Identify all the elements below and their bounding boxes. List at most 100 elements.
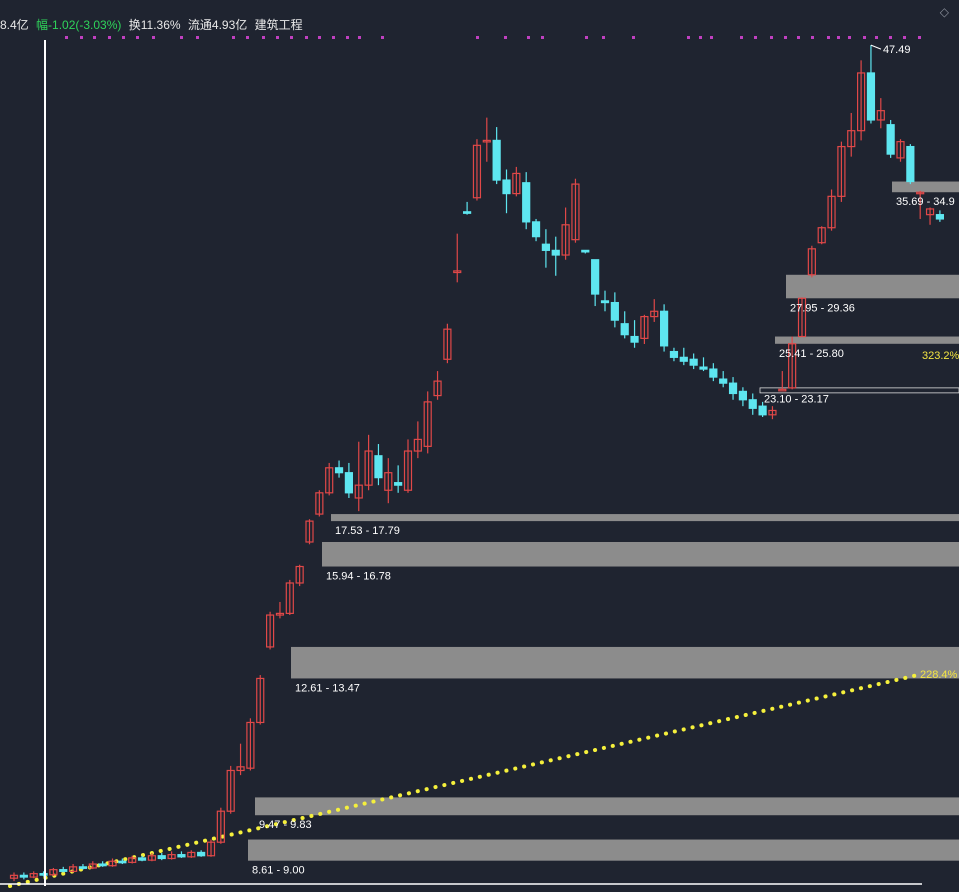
candle-body: [137, 857, 147, 861]
candlestick-chart[interactable]: 8.61 - 9.00 9.47 - 9.83 12.61 - 13.47 15.94…: [0, 0, 959, 892]
signal-marker: [754, 36, 757, 39]
candle-body: [541, 243, 551, 251]
signal-marker: [332, 36, 335, 39]
price-zone-8: [786, 274, 959, 299]
candle-body: [738, 390, 748, 401]
signal-marker: [305, 36, 308, 39]
signal-marker: [527, 36, 530, 39]
candle: [266, 611, 275, 650]
candle: [157, 852, 166, 861]
signal-marker: [740, 36, 743, 39]
signal-marker: [122, 36, 125, 39]
candle: [137, 855, 147, 862]
candle: [334, 460, 344, 478]
candle: [364, 434, 373, 491]
candle: [19, 872, 28, 880]
candle: [49, 867, 58, 876]
candle: [88, 861, 97, 870]
signal-marker: [476, 36, 479, 39]
signal-marker: [276, 36, 279, 39]
signal-marker: [770, 36, 773, 39]
signal-marker: [811, 36, 814, 39]
signal-marker: [136, 36, 139, 39]
candle-body: [374, 455, 383, 479]
candle: [571, 178, 580, 243]
signal-marker: [541, 36, 544, 39]
candle-body: [679, 356, 688, 362]
candle: [275, 601, 285, 619]
candle: [78, 864, 88, 870]
candle: [197, 850, 206, 857]
candle: [325, 462, 334, 496]
candle-body: [59, 869, 68, 872]
candle: [640, 314, 649, 344]
candle-body: [699, 366, 708, 370]
candle: [29, 871, 38, 879]
candle: [719, 371, 728, 388]
zone-label-4: 15.94 - 16.78: [326, 571, 391, 583]
candle: [738, 387, 748, 407]
signal-marker: [108, 36, 111, 39]
signal-marker: [290, 36, 293, 39]
candle: [748, 393, 757, 415]
candle: [472, 139, 482, 201]
candle: [453, 233, 462, 283]
candle-body: [197, 851, 206, 857]
signal-marker: [358, 36, 361, 39]
candle: [305, 519, 314, 545]
candle: [591, 259, 600, 307]
signal-marker: [381, 36, 384, 39]
candle: [669, 347, 679, 362]
zone-label-2: 9.47 - 9.83: [259, 819, 312, 831]
candle-body: [591, 259, 600, 295]
candle: [600, 290, 610, 312]
candle-body: [19, 874, 28, 878]
candle: [847, 112, 856, 157]
candle: [620, 311, 629, 339]
candle-body: [492, 139, 501, 181]
signal-markers: [65, 36, 921, 39]
candle: [788, 336, 797, 390]
candle: [561, 207, 570, 260]
candle: [403, 439, 413, 493]
signal-marker: [152, 36, 155, 39]
price-zone-9: [892, 181, 959, 193]
candle: [709, 363, 718, 382]
candle: [551, 236, 560, 276]
candle: [650, 299, 659, 322]
candle-body: [630, 335, 639, 343]
candle: [246, 718, 255, 771]
candle: [817, 226, 826, 245]
candle: [866, 45, 876, 124]
candle: [630, 320, 639, 348]
signal-marker: [346, 36, 349, 39]
trend-label-1: 228.4%: [920, 669, 958, 681]
candle-body: [463, 211, 472, 214]
candle: [187, 850, 196, 858]
signal-marker: [784, 36, 787, 39]
signal-marker: [918, 36, 921, 39]
candle: [295, 564, 304, 587]
signal-marker: [797, 36, 800, 39]
candle: [394, 465, 403, 493]
candle: [59, 866, 68, 873]
candle: [876, 98, 885, 129]
candle: [492, 127, 501, 185]
signal-marker: [827, 36, 830, 39]
signal-marker: [903, 36, 906, 39]
candle-body: [394, 482, 403, 486]
candle-body: [669, 350, 679, 358]
price-zone-1: [248, 839, 959, 861]
candle: [896, 139, 905, 162]
candle-body: [157, 855, 166, 860]
signal-marker: [837, 36, 840, 39]
signal-marker: [710, 36, 713, 39]
candle-body: [118, 860, 127, 864]
candle: [413, 421, 422, 459]
candle: [581, 249, 590, 254]
candle: [177, 851, 186, 858]
candle: [236, 743, 245, 776]
price-zones: [248, 181, 959, 861]
price-zone-6: [759, 387, 959, 394]
candle: [315, 490, 324, 517]
